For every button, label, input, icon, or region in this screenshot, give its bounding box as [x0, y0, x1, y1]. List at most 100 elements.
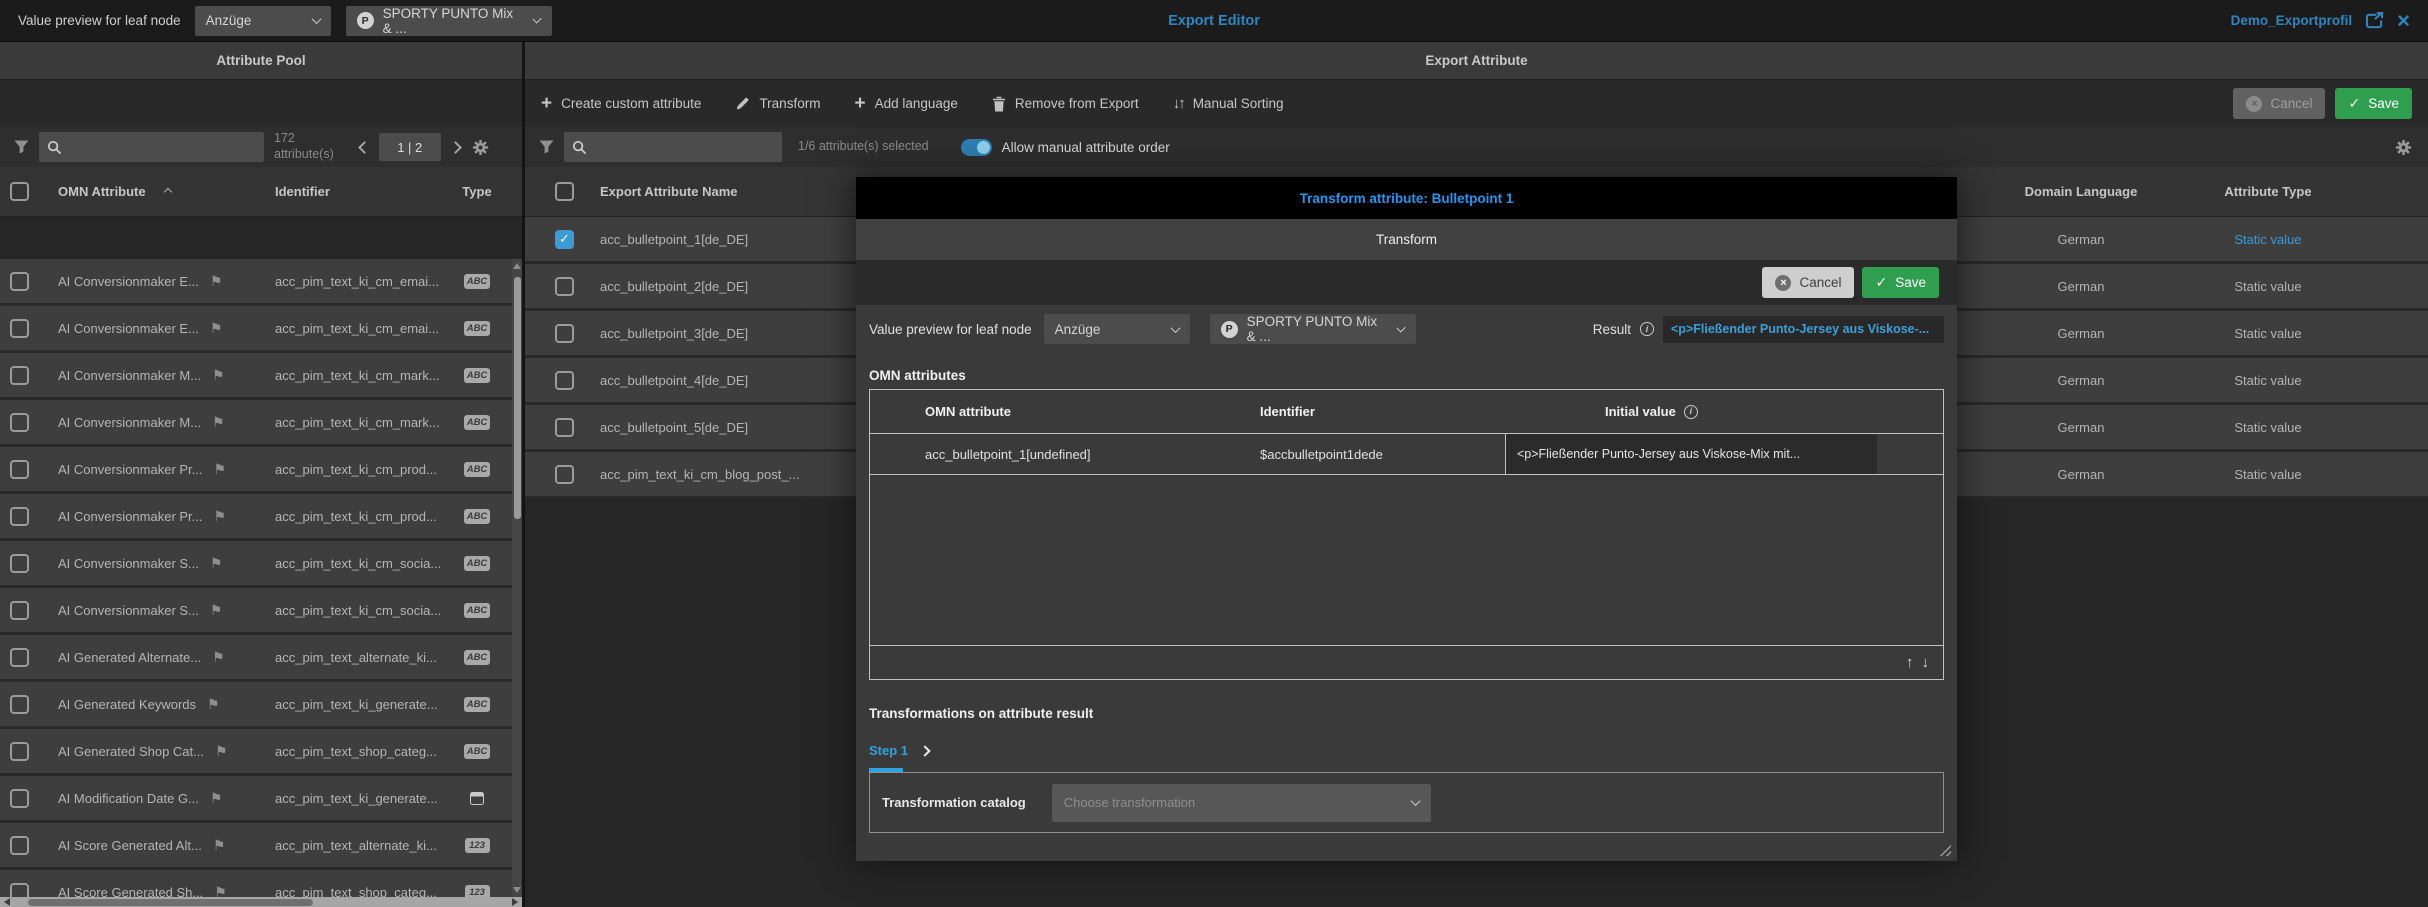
- pencil-icon: [735, 96, 750, 111]
- row-checkbox[interactable]: [10, 789, 29, 808]
- table-row[interactable]: AI Conversionmaker S...⚑acc_pim_text_ki_…: [0, 541, 522, 588]
- filter-icon[interactable]: [539, 140, 554, 154]
- omn-table-row[interactable]: acc_bulletpoint_1[undefined] $accbulletp…: [870, 434, 1943, 475]
- col-omn-attribute: OMN attribute: [870, 404, 1225, 419]
- leaf-node-dropdown[interactable]: Anzüge: [1044, 314, 1190, 344]
- row-checkbox[interactable]: [555, 371, 574, 390]
- chevron-right-icon[interactable]: [919, 745, 930, 756]
- row-checkbox[interactable]: [10, 366, 29, 385]
- manual-sorting-button[interactable]: ↓↑ Manual Sorting: [1173, 95, 1284, 112]
- sort-asc-icon[interactable]: [163, 187, 171, 195]
- product-dropdown[interactable]: P SPORTY PUNTO Mix & ...: [1210, 314, 1416, 344]
- table-row[interactable]: AI Generated Keywords⚑acc_pim_text_ki_ge…: [0, 682, 522, 729]
- table-row[interactable]: AI Conversionmaker Pr...⚑acc_pim_text_ki…: [0, 447, 522, 494]
- row-checkbox[interactable]: [10, 883, 29, 898]
- table-row[interactable]: AI Score Generated Sh...⚑acc_pim_text_sh…: [0, 870, 522, 897]
- flag-icon: ⚑: [212, 367, 225, 384]
- modal-section-title: Transform: [856, 219, 1957, 260]
- gear-icon[interactable]: [472, 139, 489, 156]
- table-row[interactable]: AI Conversionmaker M...⚑acc_pim_text_ki_…: [0, 400, 522, 447]
- chevron-down-icon: [1170, 323, 1180, 333]
- text-type-icon: ABC: [464, 650, 491, 665]
- row-checkbox[interactable]: [10, 695, 29, 714]
- row-checkbox[interactable]: [10, 554, 29, 573]
- row-checkbox[interactable]: [10, 742, 29, 761]
- selected-info: 1/6 attribute(s) selected: [798, 139, 929, 155]
- table-row[interactable]: AI Modification Date G...⚑acc_pim_text_k…: [0, 776, 522, 823]
- cancel-button[interactable]: × Cancel: [2233, 88, 2325, 119]
- transformation-select[interactable]: Choose transformation: [1052, 784, 1431, 822]
- tab-step-1[interactable]: Step 1: [869, 743, 908, 758]
- move-up-icon[interactable]: ↑: [1906, 654, 1914, 671]
- search-input[interactable]: [593, 140, 774, 155]
- table-row[interactable]: AI Generated Alternate...⚑acc_pim_text_a…: [0, 635, 522, 682]
- add-language-button[interactable]: + Add language: [854, 94, 957, 113]
- manual-order-toggle[interactable]: [961, 139, 992, 156]
- row-checkbox[interactable]: [555, 418, 574, 437]
- number-type-icon: 123: [465, 838, 490, 853]
- horizontal-scrollbar[interactable]: [0, 897, 522, 907]
- table-row[interactable]: AI Conversionmaker E...⚑acc_pim_text_ki_…: [0, 259, 522, 306]
- remove-from-export-button[interactable]: Remove from Export: [992, 96, 1139, 112]
- chevron-down-icon: [311, 14, 321, 24]
- table-row[interactable]: AI Conversionmaker Pr...⚑acc_pim_text_ki…: [0, 494, 522, 541]
- row-checkbox[interactable]: [555, 277, 574, 296]
- omn-table-header: OMN attribute Identifier Initial value i: [870, 390, 1943, 434]
- move-down-icon[interactable]: ↓: [1922, 654, 1930, 671]
- row-checkbox[interactable]: ✓: [555, 230, 574, 249]
- row-checkbox[interactable]: [10, 460, 29, 479]
- modal-save-button[interactable]: ✓ Save: [1862, 267, 1939, 298]
- table-row[interactable]: AI Conversionmaker E...⚑acc_pim_text_ki_…: [0, 306, 522, 353]
- flag-icon: ⚑: [214, 461, 227, 478]
- gear-icon[interactable]: [2395, 139, 2412, 156]
- number-type-icon: 123: [465, 885, 490, 898]
- share-icon[interactable]: [2365, 12, 2384, 29]
- row-checkbox[interactable]: [555, 324, 574, 343]
- row-checkbox[interactable]: [10, 836, 29, 855]
- row-checkbox[interactable]: [10, 272, 29, 291]
- page-prev-icon[interactable]: [358, 141, 371, 154]
- scroll-down-icon[interactable]: [513, 887, 521, 893]
- flag-icon: ⚑: [214, 508, 227, 525]
- create-custom-attribute-button[interactable]: + Create custom attribute: [541, 94, 701, 113]
- scroll-up-icon[interactable]: [513, 263, 521, 269]
- resize-handle-icon[interactable]: [1938, 843, 1951, 856]
- filter-icon[interactable]: [14, 140, 29, 154]
- select-all-checkbox[interactable]: [555, 182, 574, 201]
- text-type-icon: ABC: [464, 744, 491, 759]
- table-row[interactable]: AI Generated Shop Cat...⚑acc_pim_text_sh…: [0, 729, 522, 776]
- select-all-checkbox[interactable]: [10, 182, 29, 201]
- row-checkbox[interactable]: [10, 413, 29, 432]
- scroll-right-icon[interactable]: [512, 898, 518, 906]
- product-dropdown[interactable]: P SPORTY PUNTO Mix & ...: [346, 6, 552, 36]
- row-checkbox[interactable]: [10, 648, 29, 667]
- scrollbar-thumb[interactable]: [28, 899, 313, 906]
- left-toolband: [0, 80, 522, 127]
- row-checkbox[interactable]: [10, 507, 29, 526]
- scrollbar-thumb[interactable]: [514, 277, 521, 519]
- modal-title: Transform attribute: Bulletpoint 1: [856, 177, 1957, 219]
- row-checkbox[interactable]: [10, 601, 29, 620]
- flag-icon: ⚑: [210, 790, 223, 807]
- transform-button[interactable]: Transform: [735, 96, 820, 111]
- search-input[interactable]: [68, 140, 256, 155]
- table-row[interactable]: AI Conversionmaker S...⚑acc_pim_text_ki_…: [0, 588, 522, 635]
- table-row[interactable]: AI Score Generated Alt...⚑acc_pim_text_a…: [0, 823, 522, 870]
- modal-cancel-button[interactable]: × Cancel: [1762, 267, 1854, 298]
- scroll-left-icon[interactable]: [4, 898, 10, 906]
- leaf-node-dropdown[interactable]: Anzüge: [195, 6, 331, 36]
- export-attribute-header: Export Attribute: [525, 42, 2428, 80]
- page-indicator: 1 | 2: [379, 133, 441, 161]
- left-filter-row: 172attribute(s) 1 | 2: [0, 127, 522, 167]
- row-checkbox[interactable]: [10, 319, 29, 338]
- text-type-icon: ABC: [464, 556, 491, 571]
- table-row[interactable]: AI Conversionmaker M...⚑acc_pim_text_ki_…: [0, 353, 522, 400]
- page-next-icon[interactable]: [449, 141, 462, 154]
- check-icon: ✓: [1875, 274, 1887, 291]
- row-checkbox[interactable]: [555, 465, 574, 484]
- vertical-scrollbar[interactable]: [512, 259, 522, 897]
- transformation-catalog-box: Transformation catalog Choose transforma…: [869, 772, 1944, 833]
- close-icon[interactable]: ×: [2397, 10, 2410, 32]
- save-button[interactable]: ✓ Save: [2335, 88, 2412, 119]
- profile-name: Demo_Exportprofil: [2231, 13, 2353, 28]
